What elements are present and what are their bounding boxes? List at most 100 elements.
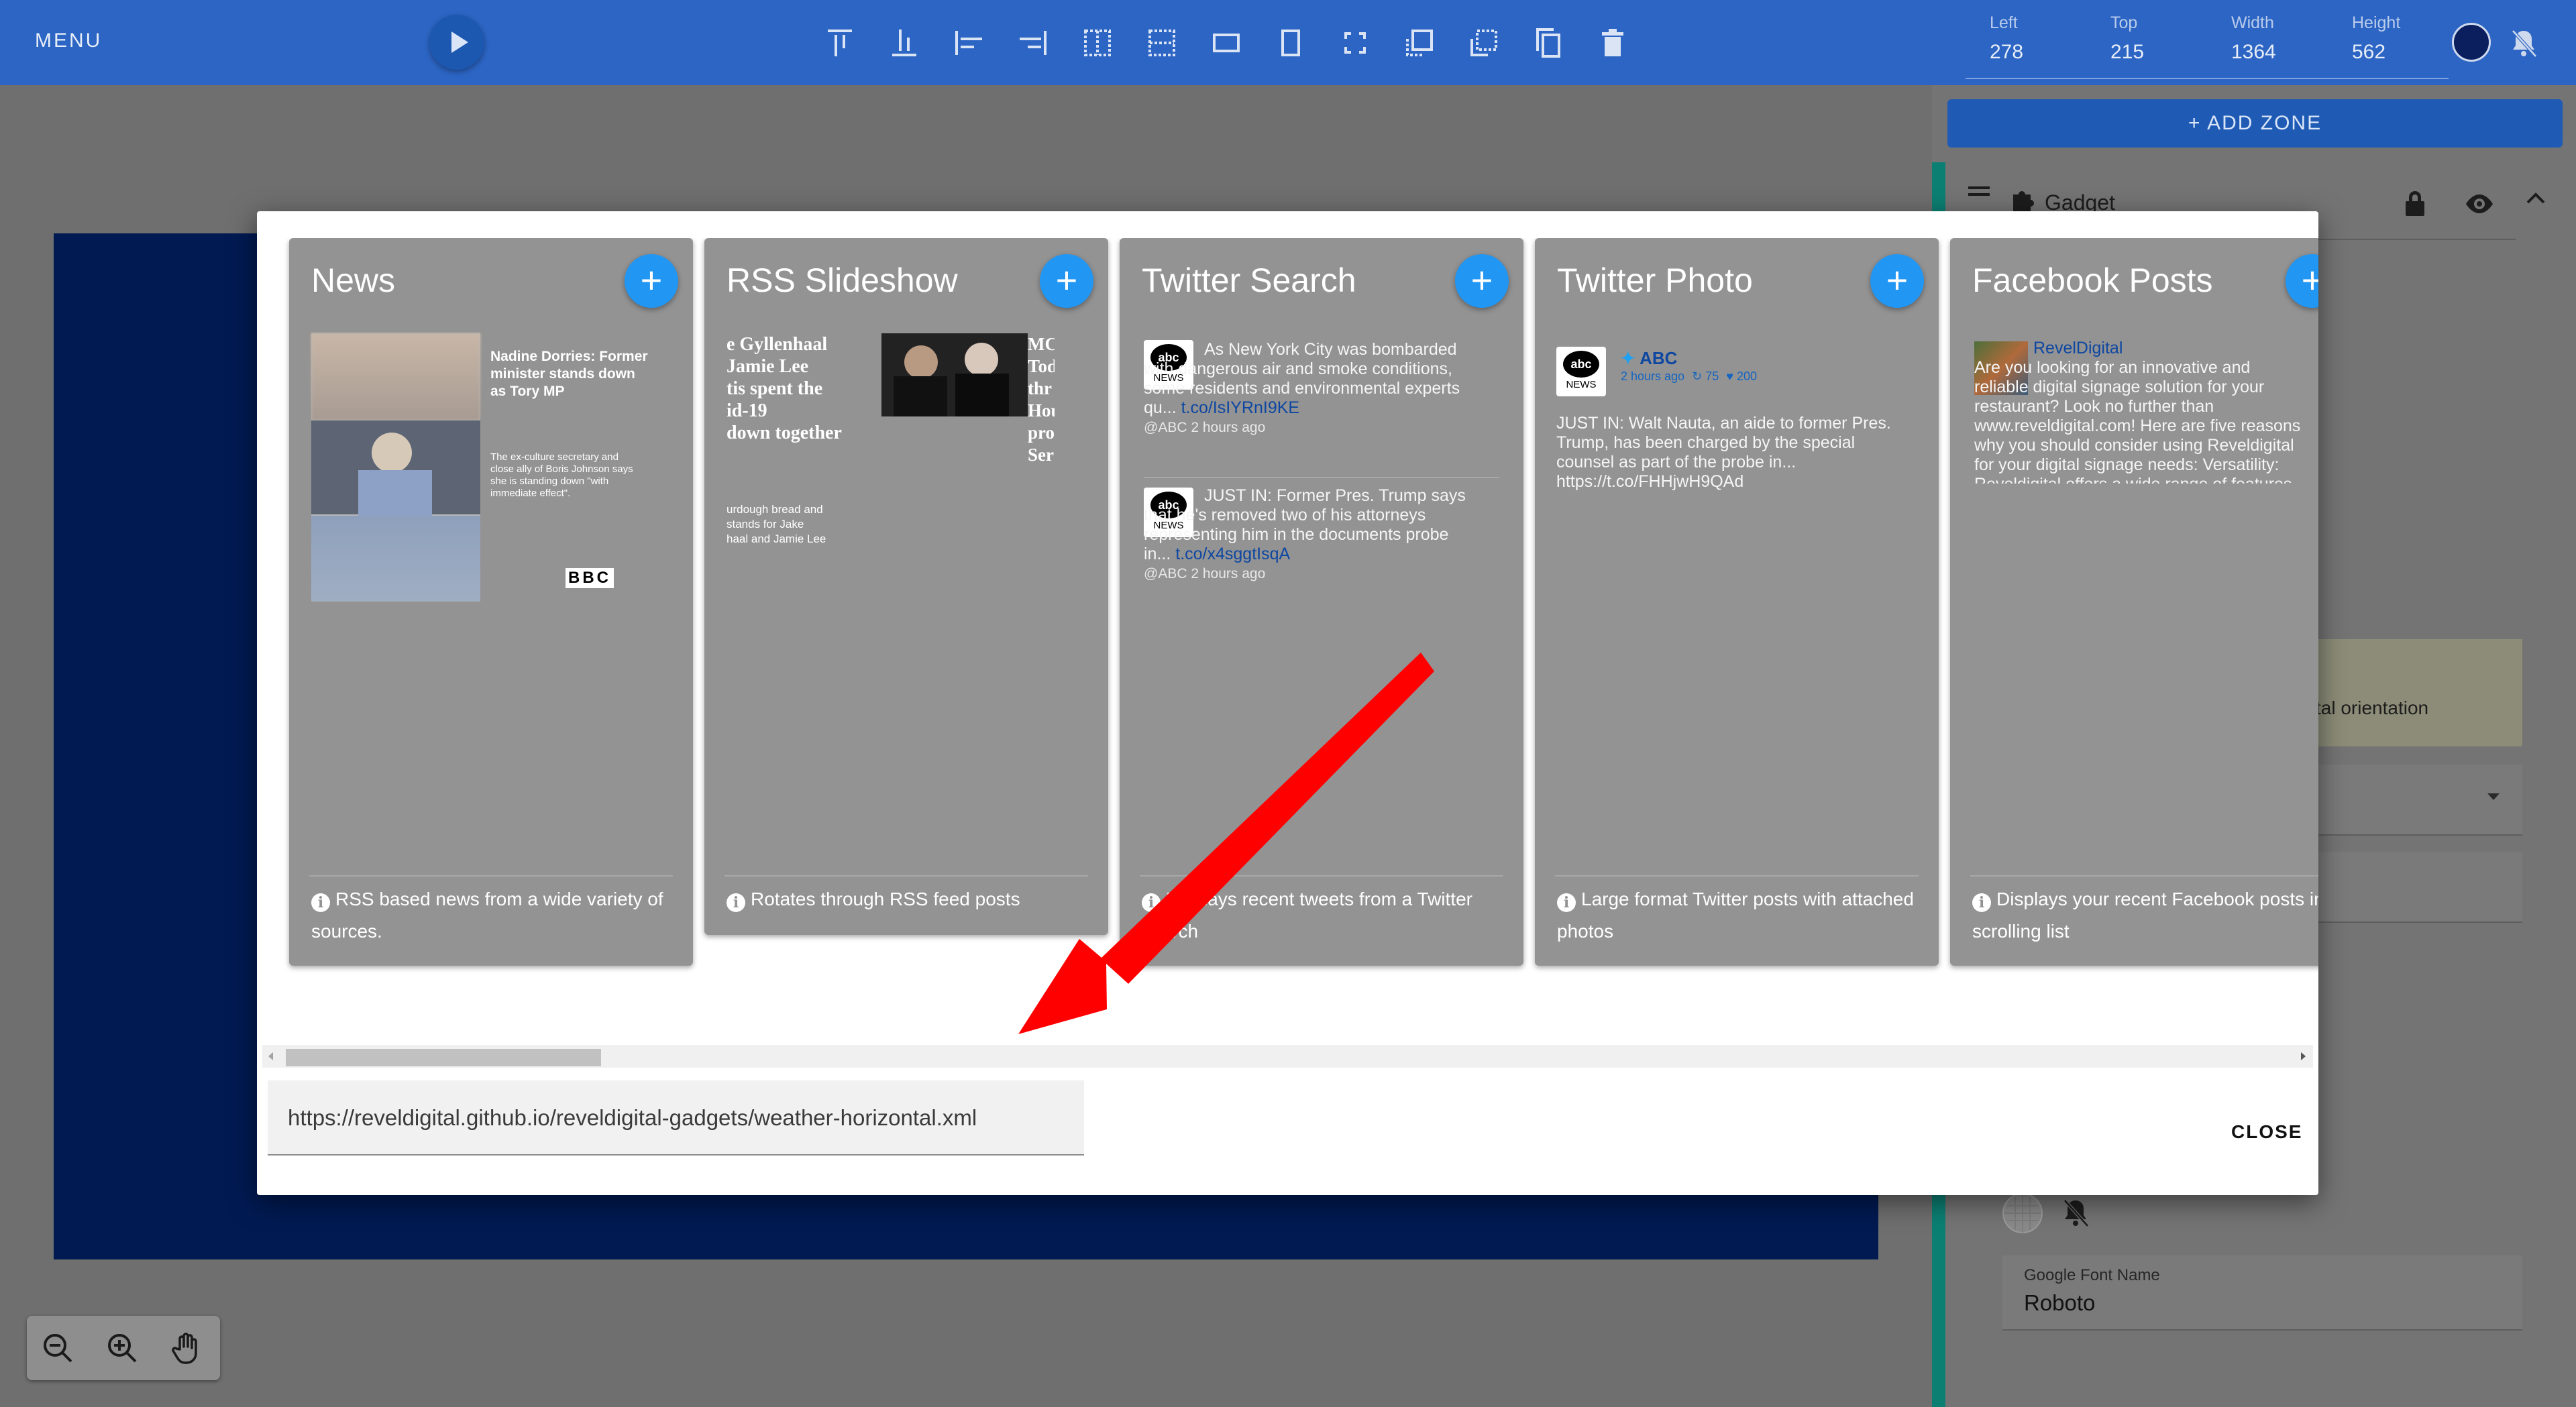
eye-icon[interactable] bbox=[2462, 189, 2497, 219]
card-divider bbox=[724, 875, 1088, 877]
coord-left[interactable]: Left 278 bbox=[1990, 13, 2023, 64]
tweet-text: JUST IN: Former Pres. Trump says that he… bbox=[1144, 486, 1472, 583]
coord-top[interactable]: Top 215 bbox=[2110, 13, 2144, 64]
fit-width-icon[interactable] bbox=[1209, 25, 1244, 60]
drag-handle-icon[interactable] bbox=[1966, 182, 1992, 203]
slideshow-next-line: Hou bbox=[1028, 400, 1055, 420]
zoom-out-icon[interactable] bbox=[39, 1329, 76, 1367]
add-zone-button[interactable]: + ADD ZONE bbox=[1947, 99, 2563, 148]
gadget-cards-scroller[interactable]: News + Nadine Dorries: Former minister s… bbox=[257, 238, 2318, 1048]
twitter-photo-time: 2 hours ago bbox=[1621, 370, 1685, 383]
gadget-card-news[interactable]: News + Nadine Dorries: Former minister s… bbox=[289, 238, 693, 966]
bring-forward-icon[interactable] bbox=[1402, 25, 1437, 60]
info-icon: i bbox=[1142, 893, 1161, 912]
info-icon: i bbox=[1972, 893, 1991, 912]
fullscreen-icon[interactable] bbox=[1338, 25, 1373, 60]
align-left-icon[interactable] bbox=[951, 25, 986, 60]
add-gadget-button[interactable]: + bbox=[1455, 254, 1509, 308]
info-icon: i bbox=[1557, 893, 1576, 912]
orientation-notice bbox=[2313, 639, 2522, 746]
dropdown-arrow-icon bbox=[2487, 793, 2500, 800]
gadget-card-facebook-posts[interactable]: Facebook Posts + RevelDigital Are you lo… bbox=[1950, 238, 2318, 966]
gadget-card-rss-slideshow[interactable]: RSS Slideshow + e Gyllenhaal Jamie Lee t… bbox=[704, 238, 1108, 935]
retweet-icon: ↻ bbox=[1692, 370, 1703, 383]
align-bottom-icon[interactable] bbox=[887, 25, 922, 60]
card-divider bbox=[1970, 875, 2318, 877]
coord-width[interactable]: Width 1364 bbox=[2231, 13, 2276, 64]
tweet-meta: @ABC 2 hours ago bbox=[1144, 566, 1266, 581]
slideshow-next-headline: MC Tod thr Hou pro Ser bbox=[1028, 333, 1055, 466]
card-title: Twitter Photo bbox=[1557, 262, 1753, 299]
color-picker-swatch[interactable] bbox=[2452, 23, 2491, 62]
card-divider bbox=[1555, 875, 1919, 877]
slideshow-headline-line: Jamie Lee bbox=[727, 356, 809, 377]
google-font-field[interactable]: Google Font Name Roboto bbox=[2002, 1255, 2522, 1331]
google-font-value: Roboto bbox=[2024, 1290, 2096, 1315]
menu-button[interactable]: MENU bbox=[35, 30, 102, 52]
google-font-label: Google Font Name bbox=[2024, 1266, 2160, 1284]
slideshow-headline-line: id-19 bbox=[727, 400, 767, 421]
align-right-icon[interactable] bbox=[1016, 25, 1051, 60]
info-icon: i bbox=[311, 893, 330, 912]
add-gadget-button[interactable]: + bbox=[1040, 254, 1093, 308]
tweet-link[interactable]: t.co/IsIYRnI9KE bbox=[1181, 398, 1299, 417]
scroll-right-icon[interactable] bbox=[2298, 1051, 2308, 1062]
scroll-left-icon[interactable] bbox=[266, 1051, 276, 1062]
card-description: i Displays your recent Facebook posts in … bbox=[1972, 883, 2318, 948]
add-gadget-button[interactable]: + bbox=[625, 254, 678, 308]
tweet-text: As New York City was bombarded with dang… bbox=[1144, 340, 1472, 437]
send-backward-icon[interactable] bbox=[1466, 25, 1501, 60]
fit-height-icon[interactable] bbox=[1273, 25, 1308, 60]
twitter-bird-icon: ✦ bbox=[1621, 348, 1635, 368]
slideshow-next-line: MC bbox=[1028, 334, 1055, 354]
chevron-up-icon[interactable] bbox=[2522, 188, 2549, 208]
news-summary: The ex-culture secretary and close ally … bbox=[490, 451, 633, 499]
coord-height-label: Height bbox=[2352, 13, 2401, 32]
slideshow-next-line: Tod bbox=[1028, 356, 1055, 376]
tweet-link[interactable]: t.co/x4sggtIsqA bbox=[1175, 545, 1290, 563]
bbc-logo: BBC bbox=[566, 568, 614, 588]
card-title: RSS Slideshow bbox=[727, 262, 958, 299]
coord-top-label: Top bbox=[2110, 13, 2138, 32]
slideshow-summary-line: haal and Jamie Lee bbox=[727, 532, 826, 545]
close-button[interactable]: CLOSE bbox=[2231, 1121, 2302, 1143]
like-count: 200 bbox=[1736, 370, 1757, 383]
add-gadget-button[interactable]: + bbox=[1870, 254, 1924, 308]
card-description: i RSS based news from a wide variety of s… bbox=[311, 883, 677, 948]
lock-icon[interactable] bbox=[2400, 188, 2430, 217]
scrollbar-thumb[interactable] bbox=[286, 1049, 601, 1066]
coord-underline bbox=[1966, 78, 2449, 79]
copy-icon[interactable] bbox=[1531, 25, 1566, 60]
coord-left-value: 278 bbox=[1990, 41, 2024, 63]
gadget-card-twitter-search[interactable]: Twitter Search + abc NEWS As New York Cit… bbox=[1120, 238, 1523, 966]
delete-icon[interactable] bbox=[1595, 25, 1630, 60]
horizontal-scrollbar[interactable] bbox=[262, 1045, 2313, 1068]
add-gadget-button[interactable]: + bbox=[2286, 254, 2318, 308]
tweet-divider bbox=[1144, 477, 1499, 478]
gadget-url-input[interactable]: https://reveldigital.github.io/reveldigi… bbox=[268, 1080, 1084, 1156]
gadget-card-twitter-photo[interactable]: Twitter Photo + abc NEWS ✦ ABC 2 hours ag… bbox=[1535, 238, 1939, 966]
card-description-text: Displays your recent Facebook posts in a… bbox=[1972, 889, 2318, 942]
font-color-off-icon[interactable] bbox=[2058, 1195, 2093, 1230]
info-icon: i bbox=[727, 893, 745, 912]
card-divider bbox=[1140, 875, 1503, 877]
coord-height[interactable]: Height 562 bbox=[2352, 13, 2400, 64]
coord-height-value: 562 bbox=[2352, 41, 2386, 63]
coord-top-value: 215 bbox=[2110, 41, 2145, 63]
slideshow-photo bbox=[881, 333, 1028, 416]
pan-hand-icon[interactable] bbox=[168, 1329, 205, 1367]
zoom-in-icon[interactable] bbox=[103, 1329, 141, 1367]
align-top-icon[interactable] bbox=[822, 25, 857, 60]
play-icon bbox=[451, 32, 468, 53]
slideshow-next-line: Ser bbox=[1028, 445, 1054, 465]
distribute-horizontal-icon[interactable] bbox=[1080, 25, 1115, 60]
coord-width-value: 1364 bbox=[2231, 41, 2276, 63]
card-title: Facebook Posts bbox=[1972, 262, 2213, 299]
slideshow-next-line: pro bbox=[1028, 423, 1055, 443]
distribute-vertical-icon[interactable] bbox=[1144, 25, 1179, 60]
play-button[interactable] bbox=[429, 15, 484, 70]
notifications-off-icon[interactable] bbox=[2506, 25, 2541, 60]
facebook-page-name[interactable]: RevelDigital bbox=[2033, 339, 2123, 357]
twitter-account-name[interactable]: ABC bbox=[1640, 348, 1677, 368]
transparency-swatch-icon[interactable] bbox=[2000, 1191, 2045, 1235]
